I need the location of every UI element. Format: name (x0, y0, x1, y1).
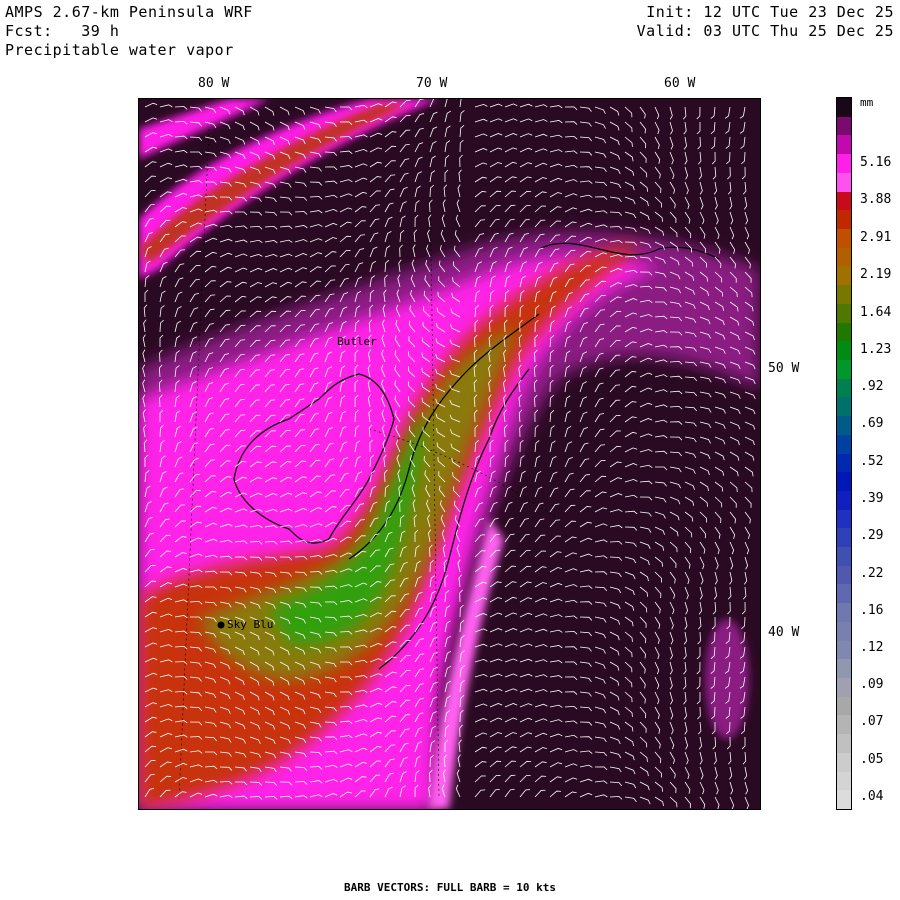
legend-swatch (837, 453, 851, 473)
map-panel: Sky Blu Butler (138, 98, 761, 810)
legend-label: .09 (860, 677, 884, 692)
init-time: Init: 12 UTC Tue 23 Dec 25 (646, 3, 894, 21)
legend-swatch (837, 341, 851, 361)
legend-swatch (837, 285, 851, 305)
legend-swatch (837, 228, 851, 249)
legend-label: 2.19 (860, 267, 892, 282)
legend-swatch (837, 678, 851, 698)
legend-swatch (837, 247, 851, 267)
legend-swatch (837, 640, 851, 660)
legend-label: .29 (860, 528, 884, 543)
legend-label: .16 (860, 603, 884, 618)
model-title: AMPS 2.67-km Peninsula WRF (5, 3, 253, 21)
field-name: Precipitable water vapor (5, 41, 234, 59)
precipitable-water-map (139, 99, 760, 809)
legend-swatch (837, 659, 851, 679)
legend-swatch (837, 490, 851, 511)
legend-swatch (837, 509, 851, 529)
legend-label: 1.64 (860, 305, 892, 320)
legend-swatch (837, 359, 851, 380)
legend-label: .04 (860, 789, 884, 804)
legend-swatch (837, 603, 851, 623)
legend-swatch (837, 154, 851, 174)
legend-label: .12 (860, 640, 884, 655)
lon-label-60w: 60 W (664, 76, 696, 91)
legend-swatch (837, 734, 851, 754)
lat-label-50w: 50 W (768, 361, 800, 376)
lat-label-40w: 40 W (768, 625, 800, 640)
legend-label: .05 (860, 752, 884, 767)
legend-label: 3.88 (860, 192, 892, 207)
legend-label: .07 (860, 714, 884, 729)
legend-label: 1.23 (860, 342, 892, 357)
legend-swatch (837, 790, 851, 810)
valid-time: Valid: 03 UTC Thu 25 Dec 25 (636, 22, 894, 40)
legend-label: 2.91 (860, 230, 892, 245)
legend-swatch (837, 434, 851, 454)
legend-swatch (837, 266, 851, 286)
color-legend (836, 97, 852, 810)
legend-swatch (837, 116, 851, 136)
legend-swatch (837, 621, 851, 642)
legend-label: .69 (860, 416, 884, 431)
legend-swatch (837, 172, 851, 193)
legend-swatch (837, 397, 851, 417)
legend-label: .39 (860, 491, 884, 506)
legend-swatch (837, 135, 851, 155)
legend-swatch (837, 528, 851, 548)
legend-swatch (837, 696, 851, 716)
legend-swatch (837, 547, 851, 567)
legend-swatch (837, 416, 851, 436)
legend-swatch (837, 210, 851, 230)
barb-note: BARB VECTORS: FULL BARB = 10 kts (344, 881, 556, 894)
forecast-hour: Fcst: 39 h (5, 22, 120, 40)
station-label-sky-blu: Sky Blu (227, 618, 274, 631)
station-label-butler: Butler (337, 335, 377, 348)
legend-unit: mm (860, 96, 874, 109)
legend-swatch (837, 584, 851, 604)
legend-swatch (837, 771, 851, 791)
legend-label: 5.16 (860, 155, 892, 170)
legend-swatch (837, 322, 851, 342)
header-right: Init: 12 UTC Tue 23 Dec 25 Valid: 03 UTC … (637, 3, 894, 41)
header-left: AMPS 2.67-km Peninsula WRF Fcst: 39 h Prec… (5, 3, 253, 60)
legend-label: .92 (860, 379, 884, 394)
legend-swatch (837, 378, 851, 398)
legend-swatch (837, 752, 851, 773)
legend-swatch (837, 472, 851, 492)
legend-swatch (837, 191, 851, 211)
legend-swatch (837, 715, 851, 735)
lon-label-80w: 80 W (198, 76, 230, 91)
legend-label: .22 (860, 566, 884, 581)
legend-swatch (837, 98, 851, 118)
station-marker-sky-blu (217, 621, 225, 629)
lon-label-70w: 70 W (416, 76, 448, 91)
legend-swatch (837, 565, 851, 585)
legend-label: .52 (860, 454, 884, 469)
legend-swatch (837, 303, 851, 324)
moisture-patch-east (705, 619, 749, 739)
